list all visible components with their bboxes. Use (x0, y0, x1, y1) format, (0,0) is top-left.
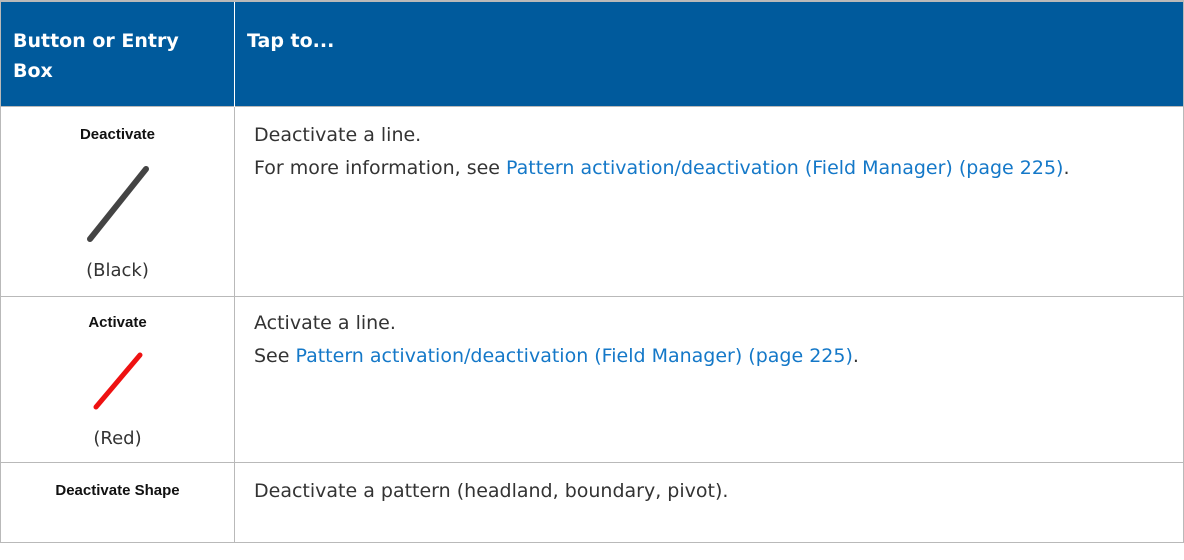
button-cell: Deactivate (Black) (0, 106, 235, 297)
pattern-activation-link[interactable]: Pattern activation/deactivation (Field M… (506, 157, 1063, 179)
more-info-prefix: For more information, see (254, 157, 507, 179)
button-label: Activate (88, 314, 147, 331)
row-description: Deactivate a line. (254, 124, 422, 146)
table-row: Activate (Red) Activate a line. See Patt… (0, 296, 1184, 463)
red-line-icon (1, 345, 234, 417)
row-description: Activate a line. (254, 312, 396, 334)
description-cell: Deactivate a pattern (headland, boundary… (234, 462, 1184, 543)
row-description: Deactivate a pattern (headland, boundary… (254, 480, 729, 502)
table-row: Deactivate Shape Deactivate a pattern (h… (0, 462, 1184, 543)
more-info-suffix: . (1063, 157, 1070, 179)
button-label: Deactivate (79, 126, 156, 143)
button-reference-table: Button or Entry Box Tap to... Deactivate… (0, 0, 1184, 543)
button-cell: Deactivate Shape (0, 462, 235, 543)
more-info-prefix: See (254, 345, 296, 367)
description-cell: Deactivate a line. For more information,… (234, 106, 1184, 297)
colour-note: (Black) (86, 260, 149, 281)
header-tap-to: Tap to... (234, 0, 1184, 107)
colour-note: (Red) (93, 428, 142, 449)
more-info-suffix: . (852, 345, 859, 367)
pattern-activation-link[interactable]: Pattern activation/deactivation (Field M… (295, 345, 852, 367)
more-info-text: For more information, see Pattern activa… (254, 152, 1167, 185)
button-label: Deactivate Shape (55, 482, 180, 499)
table-header-row: Button or Entry Box Tap to... (0, 0, 1184, 107)
table-row: Deactivate (Black) Deactivate a line. Fo… (0, 106, 1184, 297)
description-cell: Activate a line. See Pattern activation/… (234, 296, 1184, 463)
more-info-text: See Pattern activation/deactivation (Fie… (254, 340, 1167, 373)
header-button-or-entry-box: Button or Entry Box (0, 0, 235, 107)
button-cell: Activate (Red) (0, 296, 235, 463)
black-line-icon (1, 159, 234, 249)
